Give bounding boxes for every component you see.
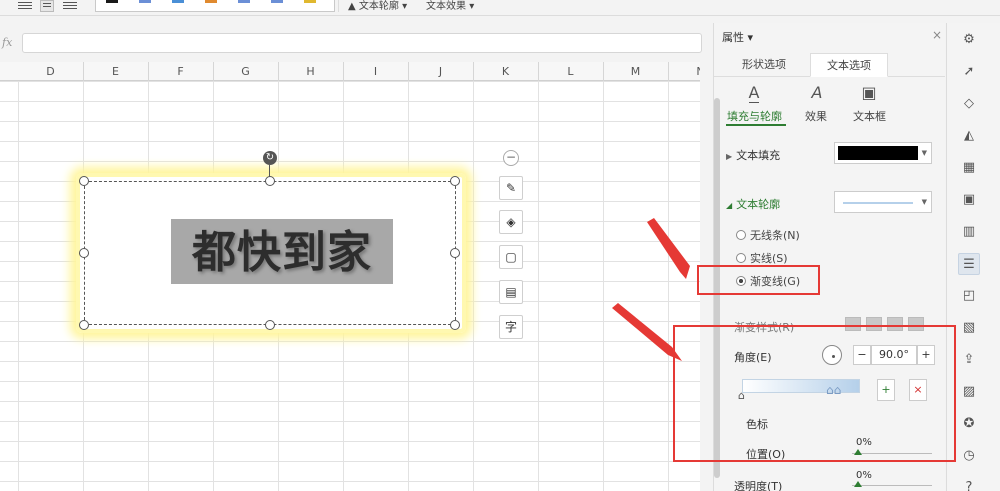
annotation-arrow — [612, 303, 682, 361]
annotation-arrows — [612, 218, 690, 361]
annotation-arrow — [647, 218, 690, 279]
